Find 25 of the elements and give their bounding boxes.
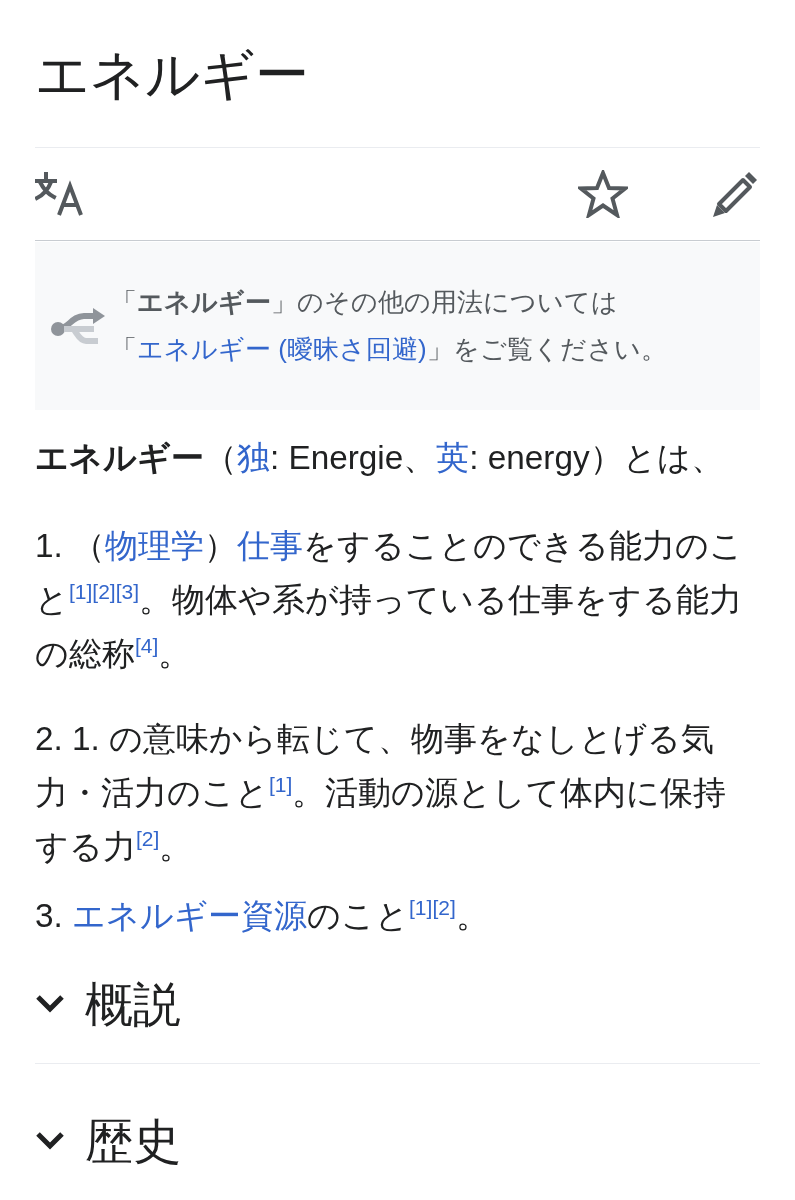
definition-paragraph: 3. エネルギー資源のこと$^{[1]}$$^{[2]}$。 <box>35 894 490 936</box>
reference-link[interactable]: [1] <box>269 772 293 796</box>
reference-link[interactable]: [3] <box>115 579 140 603</box>
reference-link[interactable]: [1] <box>409 895 433 919</box>
wiki-link[interactable]: 物理学 <box>105 527 205 564</box>
chevron-icon[interactable] <box>35 1130 65 1152</box>
reference-link[interactable]: [2] <box>432 895 456 919</box>
reference-link[interactable]: [1] <box>69 579 93 603</box>
page-title: エネルギー <box>35 42 310 108</box>
wiki-link[interactable]: エネルギー資源 <box>72 897 308 934</box>
definition-paragraph: 2. 1. の意味から転じて、物事をなしとげる気力・活力のこと$^{[1]}$。活動の源として体内に保持する力$^{[2]}$。 <box>35 719 728 867</box>
hatnote-text: 「エネルギー」のその他の用法については「エネルギー (曖昧さ回避)」をご覧ください。 <box>111 286 668 366</box>
chevron-icon[interactable] <box>35 993 65 1015</box>
wiki-link[interactable]: 独 <box>237 439 270 476</box>
reference-link[interactable]: [2] <box>92 579 116 603</box>
pencil-icon[interactable] <box>710 170 758 218</box>
lead-paragraph: エネルギー（独: Energie、英: energy）とは、 <box>35 438 725 478</box>
section-title[interactable]: 歴史 <box>85 1113 181 1169</box>
hatnote-link[interactable]: エネルギー (曖昧さ回避) <box>137 334 427 364</box>
star-icon[interactable] <box>578 170 628 218</box>
reference-link[interactable]: [4] <box>135 633 159 657</box>
reference-link[interactable]: [2] <box>136 826 160 850</box>
wiki-link[interactable]: 英 <box>436 439 470 476</box>
wiki-link[interactable]: 仕事 <box>237 527 304 564</box>
section-title[interactable]: 概説 <box>85 976 181 1032</box>
